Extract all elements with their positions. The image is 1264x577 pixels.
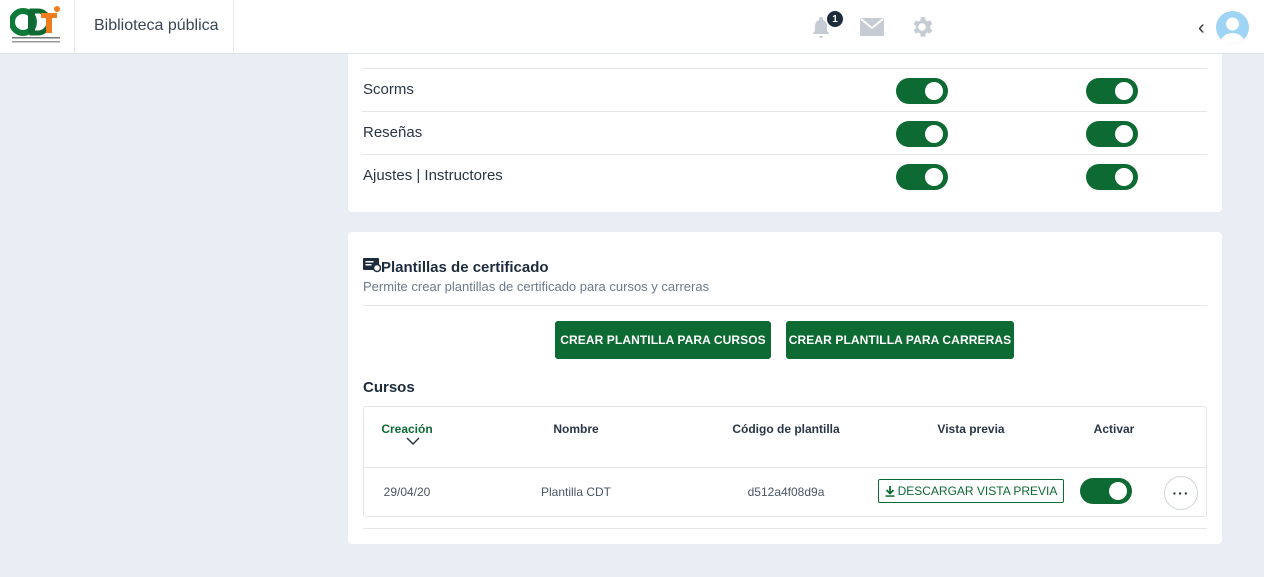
chevron-down-icon[interactable] — [406, 437, 420, 446]
cdt-logo-icon — [10, 6, 60, 43]
column-header-activate: Activar — [1093, 422, 1135, 436]
permission-label: Scorms — [363, 81, 414, 98]
notification-badge: 1 — [827, 11, 843, 27]
cell-date: 29/04/20 — [383, 485, 431, 499]
toggle-switch[interactable] — [1086, 78, 1138, 104]
toggle-switch[interactable] — [896, 121, 948, 147]
table-row: 29/04/20 Plantilla CDT d512a4f08d9a DESC… — [364, 467, 1206, 517]
permissions-card: Scorms Reseñas Ajustes | Instructores — [348, 23, 1222, 212]
cell-name: Plantilla CDT — [540, 485, 612, 499]
column-header-creation[interactable]: Creación — [381, 422, 432, 436]
certificate-templates-card: Plantillas de certificado Permite crear … — [348, 232, 1222, 544]
top-bar: Biblioteca pública 1 ‹ — [0, 0, 1264, 54]
back-button[interactable]: ‹ — [1198, 17, 1205, 40]
toggle-switch[interactable] — [896, 164, 948, 190]
toggle-switch[interactable] — [1086, 121, 1138, 147]
avatar[interactable] — [1216, 11, 1249, 44]
divider — [363, 305, 1207, 306]
courses-title: Cursos — [363, 379, 415, 396]
toggle-switch[interactable] — [1086, 164, 1138, 190]
permission-label: Ajustes | Instructores — [363, 167, 503, 184]
download-icon — [885, 485, 895, 497]
create-course-template-button[interactable]: CREAR PLANTILLA PARA CURSOS — [555, 321, 771, 359]
certificate-icon — [363, 258, 381, 273]
create-career-template-button[interactable]: CREAR PLANTILLA PARA CARRERAS — [786, 321, 1014, 359]
section-title: Plantillas de certificado — [381, 259, 549, 276]
column-header-preview: Vista previa — [937, 422, 1005, 436]
gear-icon[interactable] — [909, 14, 935, 40]
download-preview-label: DESCARGAR VISTA PREVIA — [897, 484, 1058, 498]
permission-row: Reseñas — [362, 111, 1207, 154]
divider — [363, 528, 1207, 529]
cell-code: d512a4f08d9a — [747, 485, 825, 499]
column-header-name: Nombre — [553, 422, 599, 436]
divider — [233, 0, 234, 53]
logo[interactable] — [0, 0, 75, 53]
permission-row: Ajustes | Instructores — [362, 154, 1207, 197]
section-subtitle: Permite crear plantillas de certificado … — [363, 279, 710, 294]
permission-label: Reseñas — [363, 124, 423, 141]
more-options-button[interactable]: ··· — [1164, 476, 1198, 510]
download-preview-button[interactable]: DESCARGAR VISTA PREVIA — [878, 479, 1064, 503]
mail-icon[interactable] — [859, 14, 885, 40]
permission-row: Scorms — [362, 68, 1207, 111]
toggle-switch[interactable] — [896, 78, 948, 104]
app-title: Biblioteca pública — [94, 17, 219, 34]
user-icon — [1220, 17, 1245, 44]
column-header-code: Código de plantilla — [732, 422, 840, 436]
activate-toggle[interactable] — [1080, 478, 1132, 504]
templates-table: Creación Nombre Código de plantilla Vist… — [363, 406, 1207, 517]
